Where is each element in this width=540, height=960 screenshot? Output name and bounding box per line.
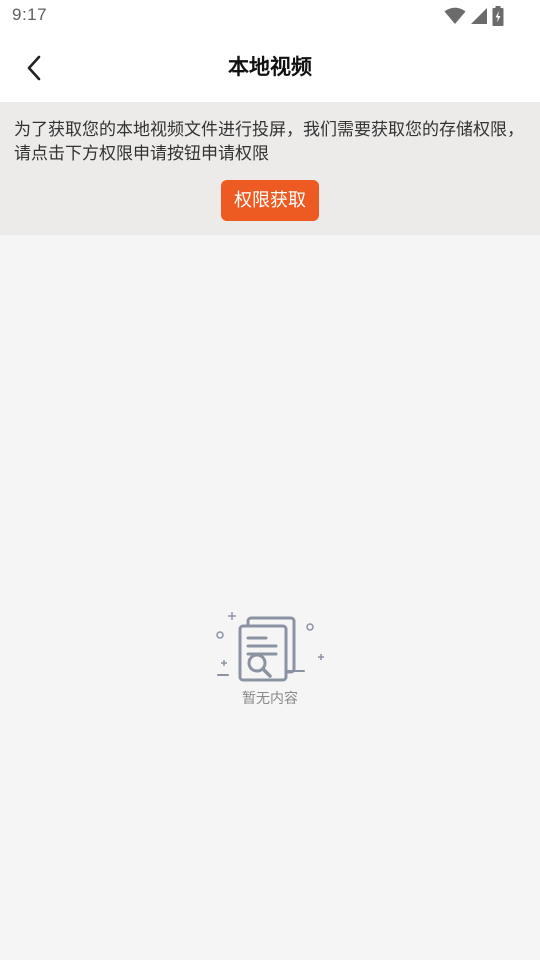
request-permission-button[interactable]: 权限获取	[221, 180, 319, 221]
status-icons	[444, 5, 504, 27]
page-title: 本地视频	[228, 55, 312, 79]
wifi-icon	[444, 7, 466, 24]
permission-banner: 为了获取您的本地视频文件进行投屏，我们需要获取您的存储权限，请点击下方权限申请按…	[0, 102, 540, 235]
nav-bar: 本地视频	[0, 32, 540, 102]
document-search-icon	[216, 612, 324, 682]
empty-state: 暂无内容	[0, 600, 540, 720]
screen: 9:17 本地视频 为了获取您的本地视频文件进行投屏，我们需要获取您的存储权限，…	[0, 0, 540, 960]
battery-charging-icon	[492, 6, 504, 26]
empty-state-text: 暂无内容	[242, 691, 298, 707]
chevron-left-icon	[27, 55, 41, 81]
signal-icon	[471, 8, 487, 24]
status-time: 9:17	[12, 5, 48, 24]
back-button[interactable]	[16, 50, 52, 86]
permission-message: 为了获取您的本地视频文件进行投屏，我们需要获取您的存储权限，请点击下方权限申请按…	[14, 120, 524, 164]
status-bar: 9:17	[0, 0, 540, 32]
